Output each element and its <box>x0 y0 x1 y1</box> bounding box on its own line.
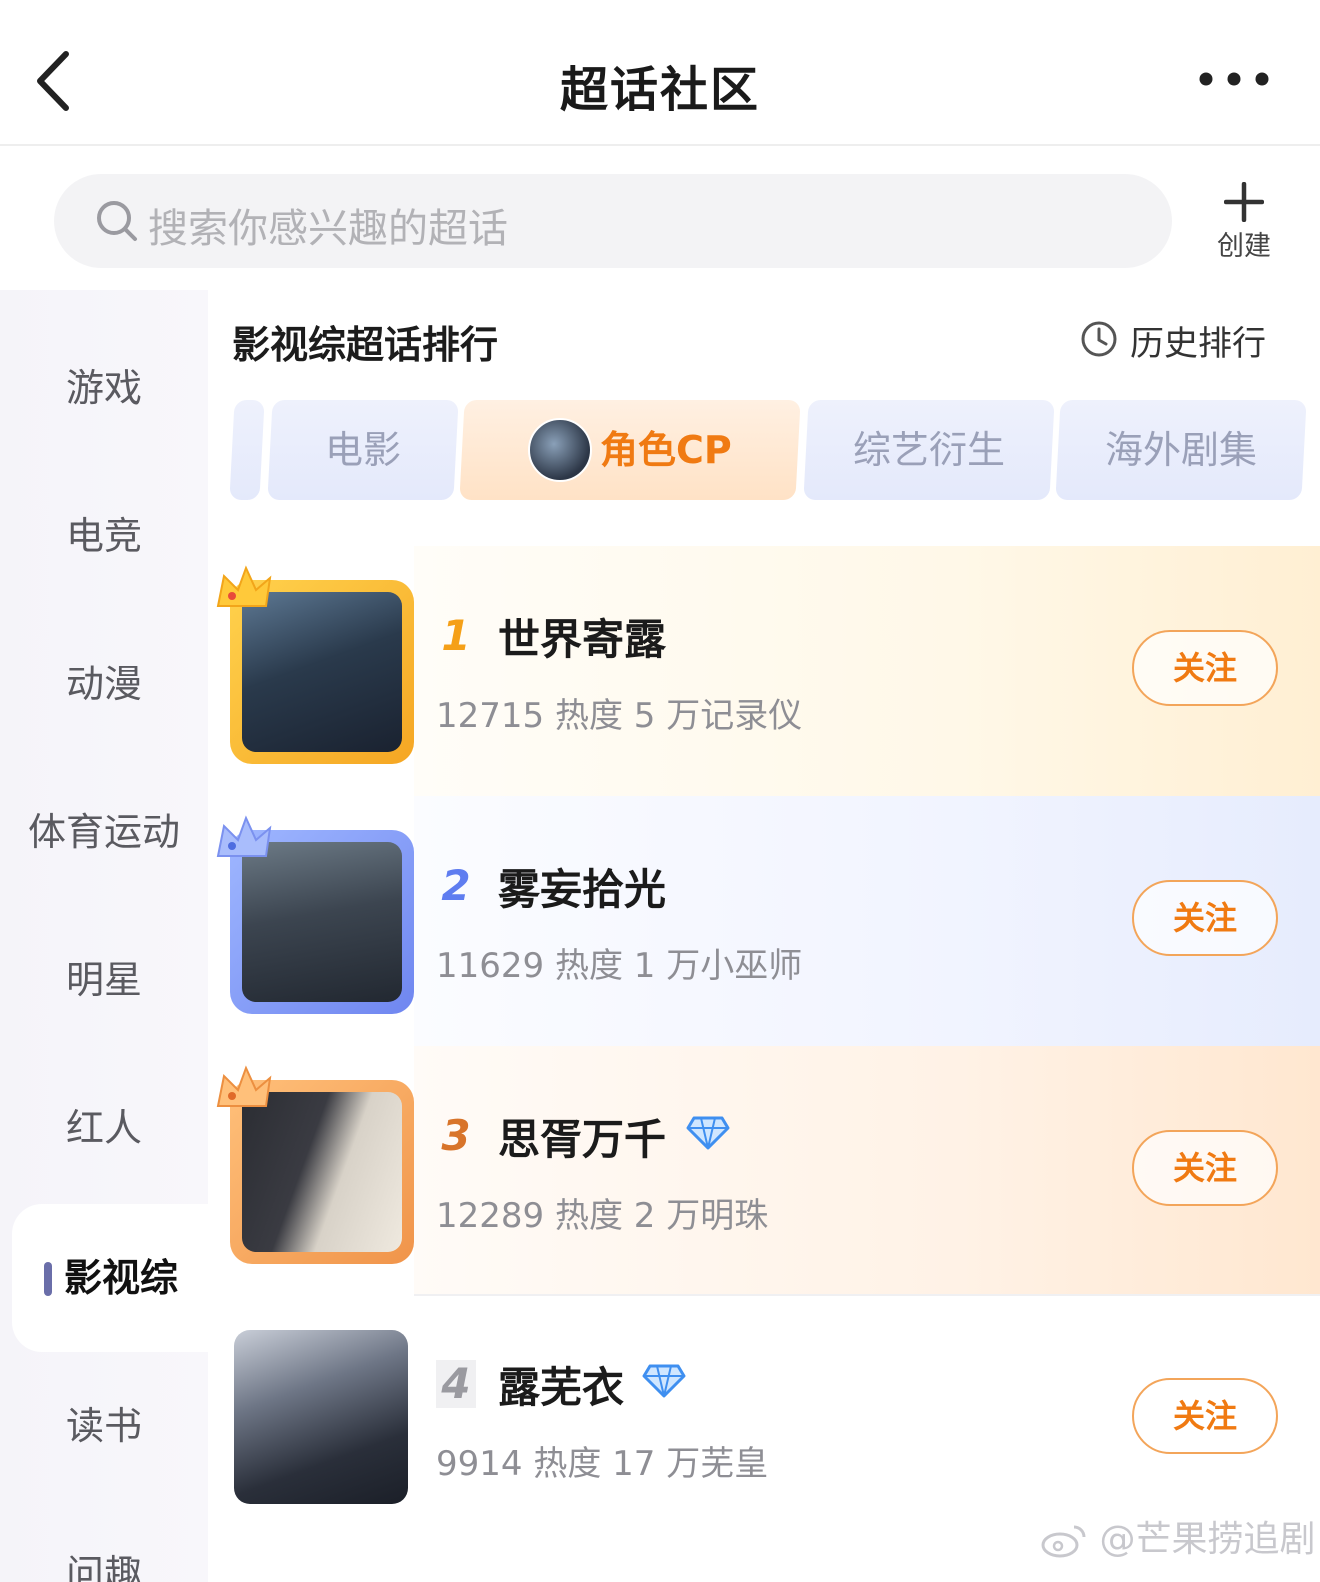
topic-name[interactable]: 思胥万千 <box>498 1106 666 1167</box>
sidebar-item-anime[interactable]: 动漫 <box>0 610 208 758</box>
weibo-logo-icon <box>1041 1525 1086 1558</box>
sidebar-item-interests[interactable]: 问趣 <box>0 1500 208 1582</box>
topic-stats: 11629 热度 1 万小巫师 <box>436 946 803 986</box>
top-bar: 超话社区 <box>0 0 1320 146</box>
sidebar-item-stars[interactable]: 明星 <box>0 906 208 1054</box>
tab-label: 角色CP <box>600 428 732 472</box>
category-sidebar: 游戏 电竞 动漫 体育运动 明星 红人 影视综 读书 问趣 <box>0 290 208 1582</box>
tab-overseas-series[interactable]: 海外剧集 <box>1055 400 1307 500</box>
sidebar-item-label: 影视综 <box>63 1256 178 1300</box>
page-title: 超话社区 <box>559 62 760 118</box>
create-button[interactable]: 创建 <box>1206 180 1282 264</box>
sidebar-item-books[interactable]: 读书 <box>0 1352 208 1500</box>
plus-icon <box>1224 182 1264 222</box>
search-input[interactable]: 搜索你感兴趣的超话 <box>54 174 1172 268</box>
diamond-badge-icon <box>642 1364 686 1398</box>
watermark: @芒果捞追剧 <box>1040 1510 1315 1562</box>
create-label: 创建 <box>1217 231 1271 262</box>
sidebar-item-influencers[interactable]: 红人 <box>0 1054 208 1202</box>
more-button[interactable] <box>1196 64 1276 94</box>
topic-name[interactable]: 露芜衣 <box>498 1354 624 1415</box>
sidebar-item-sports[interactable]: 体育运动 <box>0 758 208 906</box>
rank-number: 4 <box>436 1360 476 1408</box>
tab-variety-derivative[interactable]: 综艺衍生 <box>803 400 1055 500</box>
tab-character-cp[interactable]: 角色CP <box>459 400 801 500</box>
rank-number: 3 <box>441 1111 471 1160</box>
cover-image <box>234 1330 408 1504</box>
follow-button[interactable]: 关注 <box>1132 880 1278 956</box>
active-indicator <box>44 1262 52 1296</box>
crown-icon <box>216 565 272 607</box>
search-icon <box>97 201 137 241</box>
tab-label: 电影 <box>324 428 401 472</box>
tab-label: 综艺衍生 <box>852 428 1005 472</box>
ranking-row[interactable]: 4 露芜衣 9914 热度 17 万芜皇 关注 <box>214 1294 1320 1544</box>
rank-number: 2 <box>441 861 471 910</box>
topic-name[interactable]: 雾妄拾光 <box>498 856 666 917</box>
topic-stats: 9914 热度 17 万芜皇 <box>436 1444 769 1484</box>
history-label: 历史排行 <box>1130 324 1266 364</box>
tab-label: 海外剧集 <box>1104 428 1257 472</box>
topic-name[interactable]: 世界寄露 <box>498 606 666 667</box>
ranking-title: 影视综超话排行 <box>232 323 499 367</box>
follow-button[interactable]: 关注 <box>1132 630 1278 706</box>
more-dots-icon <box>1199 72 1269 86</box>
sidebar-item-film-tv[interactable]: 影视综 <box>12 1204 208 1352</box>
crown-icon <box>216 815 272 857</box>
rank-number: 1 <box>441 611 471 660</box>
ranking-row[interactable]: 2 雾妄拾光 11629 热度 1 万小巫师 关注 <box>214 796 1320 1046</box>
clock-icon <box>1081 321 1117 357</box>
diamond-badge-icon <box>686 1116 730 1150</box>
ranking-row[interactable]: 3 思胥万千 12289 热度 2 万明珠 关注 <box>214 1046 1320 1296</box>
follow-button[interactable]: 关注 <box>1132 1130 1278 1206</box>
search-placeholder: 搜索你感兴趣的超话 <box>148 206 508 252</box>
topic-stats: 12715 热度 5 万记录仪 <box>436 696 803 736</box>
topic-stats: 12289 热度 2 万明珠 <box>436 1196 769 1236</box>
follow-button[interactable]: 关注 <box>1132 1378 1278 1454</box>
sidebar-item-games[interactable]: 游戏 <box>0 314 208 462</box>
tab-movie[interactable]: 电影 <box>267 400 459 500</box>
watermark-text: @芒果捞追剧 <box>1099 1519 1316 1560</box>
sidebar-item-esports[interactable]: 电竞 <box>0 462 208 610</box>
crown-icon <box>216 1065 272 1107</box>
ranking-row[interactable]: 1 世界寄露 12715 热度 5 万记录仪 关注 <box>214 546 1320 796</box>
tab-partial[interactable] <box>229 400 265 500</box>
